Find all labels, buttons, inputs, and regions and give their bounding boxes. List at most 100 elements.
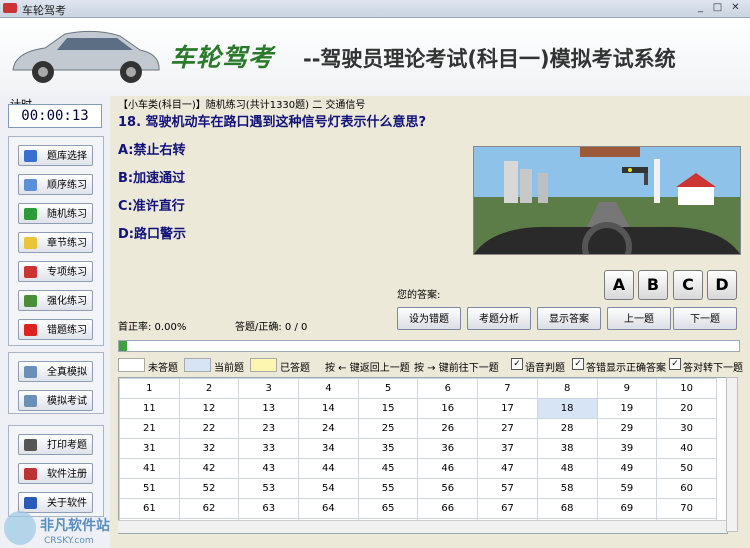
question-cell[interactable]: 21 — [119, 418, 180, 439]
nav-button-group2-0[interactable]: 全真模拟 — [18, 361, 93, 382]
question-cell[interactable]: 54 — [298, 478, 359, 499]
question-cell[interactable]: 59 — [596, 478, 658, 499]
question-cell[interactable]: 45 — [357, 458, 419, 479]
question-cell[interactable]: 36 — [417, 438, 479, 459]
question-cell[interactable]: 6 — [417, 378, 479, 399]
question-cell[interactable]: 63 — [238, 498, 300, 519]
question-cell[interactable]: 27 — [477, 418, 538, 439]
nav-button-group1-3[interactable]: 章节练习 — [18, 232, 93, 253]
question-cell[interactable]: 25 — [357, 418, 419, 439]
question-cell[interactable]: 43 — [238, 458, 300, 479]
nav-button-group3-0[interactable]: 打印考题 — [18, 434, 93, 455]
grid-vertical-scrollbar[interactable] — [726, 377, 738, 532]
answer-d-button[interactable]: D — [707, 270, 737, 300]
question-cell[interactable]: 17 — [477, 398, 538, 419]
answer-c-button[interactable]: C — [673, 270, 703, 300]
question-cell[interactable]: 58 — [536, 478, 598, 499]
question-cell[interactable]: 23 — [238, 418, 300, 439]
auto-next-label: 答对转下一题 — [683, 363, 743, 374]
grid-horizontal-scrollbar[interactable] — [118, 520, 726, 533]
accuracy-label: 首正率: 0.00% — [118, 322, 187, 333]
question-cell[interactable]: 22 — [178, 418, 240, 439]
question-cell[interactable]: 35 — [357, 438, 419, 459]
nav-button-group1-4[interactable]: 专项练习 — [18, 261, 93, 282]
question-cell[interactable]: 24 — [298, 418, 359, 439]
question-cell[interactable]: 39 — [596, 438, 658, 459]
mark-wrong-button[interactable]: 设为错题 — [397, 307, 461, 330]
question-cell[interactable]: 52 — [178, 478, 240, 499]
question-cell[interactable]: 13 — [238, 398, 300, 419]
maximize-icon[interactable]: □ — [710, 1, 725, 15]
question-cell[interactable]: 53 — [238, 478, 300, 499]
question-cell[interactable]: 29 — [596, 418, 658, 439]
nav-button-group3-1[interactable]: 软件注册 — [18, 463, 93, 484]
question-cell[interactable]: 51 — [119, 478, 180, 499]
show-answer-button[interactable]: 显示答案 — [537, 307, 601, 330]
question-cell[interactable]: 8 — [536, 378, 598, 399]
option-d: D:路口警示 — [118, 227, 186, 242]
question-cell[interactable]: 47 — [477, 458, 538, 479]
answer-a-button[interactable]: A — [604, 270, 634, 300]
question-cell[interactable]: 10 — [656, 378, 717, 399]
question-cell[interactable]: 1 — [119, 378, 180, 399]
question-cell[interactable]: 32 — [178, 438, 240, 459]
question-cell[interactable]: 4 — [298, 378, 359, 399]
answer-b-button[interactable]: B — [638, 270, 668, 300]
auto-next-checkbox[interactable]: ✓ — [669, 358, 681, 370]
question-cell[interactable]: 7 — [477, 378, 538, 399]
question-cell[interactable]: 49 — [596, 458, 658, 479]
question-cell[interactable]: 12 — [178, 398, 240, 419]
question-cell[interactable]: 20 — [656, 398, 717, 419]
question-cell[interactable]: 68 — [536, 498, 598, 519]
question-cell[interactable]: 14 — [298, 398, 359, 419]
voice-checkbox[interactable]: ✓ — [511, 358, 523, 370]
question-cell[interactable]: 3 — [238, 378, 300, 399]
question-cell[interactable]: 60 — [656, 478, 717, 499]
close-icon[interactable]: ✕ — [728, 1, 743, 15]
question-cell[interactable]: 50 — [656, 458, 717, 479]
question-cell[interactable]: 62 — [178, 498, 240, 519]
nav-button-group1-6[interactable]: 错题练习 — [18, 319, 93, 340]
question-cell[interactable]: 26 — [417, 418, 479, 439]
next-question-button[interactable]: 下一题 — [673, 307, 737, 330]
question-cell[interactable]: 33 — [238, 438, 300, 459]
question-cell[interactable]: 48 — [536, 458, 598, 479]
question-cell[interactable]: 5 — [357, 378, 419, 399]
question-cell[interactable]: 18 — [536, 398, 598, 419]
question-cell[interactable]: 42 — [178, 458, 240, 479]
question-cell[interactable]: 19 — [596, 398, 658, 419]
question-cell[interactable]: 34 — [298, 438, 359, 459]
question-cell[interactable]: 11 — [119, 398, 180, 419]
question-cell[interactable]: 41 — [119, 458, 180, 479]
question-cell[interactable]: 44 — [298, 458, 359, 479]
question-cell[interactable]: 56 — [417, 478, 479, 499]
question-cell[interactable]: 15 — [357, 398, 419, 419]
question-cell[interactable]: 46 — [417, 458, 479, 479]
minimize-icon[interactable]: _ — [693, 1, 708, 15]
question-cell[interactable]: 67 — [477, 498, 538, 519]
question-cell[interactable]: 65 — [357, 498, 419, 519]
question-cell[interactable]: 38 — [536, 438, 598, 459]
prev-question-button[interactable]: 上一题 — [607, 307, 671, 330]
question-cell[interactable]: 69 — [596, 498, 658, 519]
question-cell[interactable]: 55 — [357, 478, 419, 499]
question-cell[interactable]: 30 — [656, 418, 717, 439]
nav-button-group1-0[interactable]: 题库选择 — [18, 145, 93, 166]
question-cell[interactable]: 31 — [119, 438, 180, 459]
question-cell[interactable]: 66 — [417, 498, 479, 519]
nav-button-group1-1[interactable]: 顺序练习 — [18, 174, 93, 195]
question-cell[interactable]: 64 — [298, 498, 359, 519]
question-cell[interactable]: 57 — [477, 478, 538, 499]
question-cell[interactable]: 16 — [417, 398, 479, 419]
nav-button-group1-2[interactable]: 随机练习 — [18, 203, 93, 224]
question-cell[interactable]: 28 — [536, 418, 598, 439]
question-cell[interactable]: 37 — [477, 438, 538, 459]
nav-button-group1-5[interactable]: 强化练习 — [18, 290, 93, 311]
analysis-button[interactable]: 考题分析 — [467, 307, 531, 330]
question-cell[interactable]: 2 — [178, 378, 240, 399]
question-cell[interactable]: 70 — [656, 498, 717, 519]
show-correct-checkbox[interactable]: ✓ — [572, 358, 584, 370]
nav-button-group2-1[interactable]: 模拟考试 — [18, 390, 93, 411]
question-cell[interactable]: 9 — [596, 378, 658, 399]
question-cell[interactable]: 40 — [656, 438, 717, 459]
